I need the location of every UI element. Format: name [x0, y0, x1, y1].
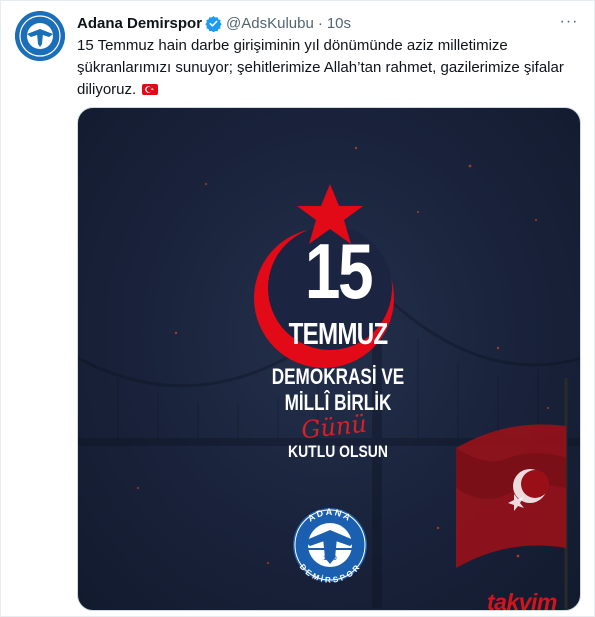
tweet-text: 15 Temmuz hain darbe girişiminin yıl dön…: [77, 35, 577, 101]
poster-number: 15: [304, 227, 374, 315]
display-name[interactable]: Adana Demirspor: [77, 15, 202, 32]
tweet-text-line: şükranlarımızı sunuyor; şehitlerimize Al…: [77, 59, 564, 76]
tweet-card[interactable]: Adana Demirspor @AdsKulubu · 10s ··· 15 …: [0, 0, 595, 617]
poster-line-3: KUTLU OLSUN: [288, 442, 388, 461]
tweet-image[interactable]: ADANA DEMİRSPOR 1940 15 TEMMUZ DEMOKRASİ…: [77, 107, 581, 611]
handle[interactable]: @AdsKulubu: [226, 15, 314, 32]
tweet-text-line: 15 Temmuz hain darbe girişiminin yıl dön…: [77, 37, 508, 54]
club-logo: ADANA DEMİRSPOR 1940: [293, 507, 367, 585]
logo-year: 1940: [323, 556, 337, 562]
tweet-text-line-end: diliyoruz.: [77, 81, 137, 98]
verified-badge-icon: [205, 15, 222, 32]
turkey-flag-icon: [142, 84, 159, 95]
tweet-header: Adana Demirspor @AdsKulubu · 10s: [77, 13, 351, 33]
poster-month: TEMMUZ: [288, 316, 389, 351]
more-options-icon[interactable]: ···: [558, 11, 580, 33]
poster-line-1: DEMOKRASİ VE: [271, 364, 405, 389]
separator-dot: ·: [317, 14, 323, 32]
tweet-text-line: diliyoruz.: [77, 79, 577, 101]
poster-artwork: ADANA DEMİRSPOR 1940: [78, 146, 580, 610]
club-logo-icon: [15, 11, 65, 61]
avatar[interactable]: [15, 11, 65, 61]
waving-flag: [456, 378, 568, 610]
watermark: takvim: [487, 589, 557, 615]
timestamp[interactable]: 10s: [327, 15, 351, 32]
